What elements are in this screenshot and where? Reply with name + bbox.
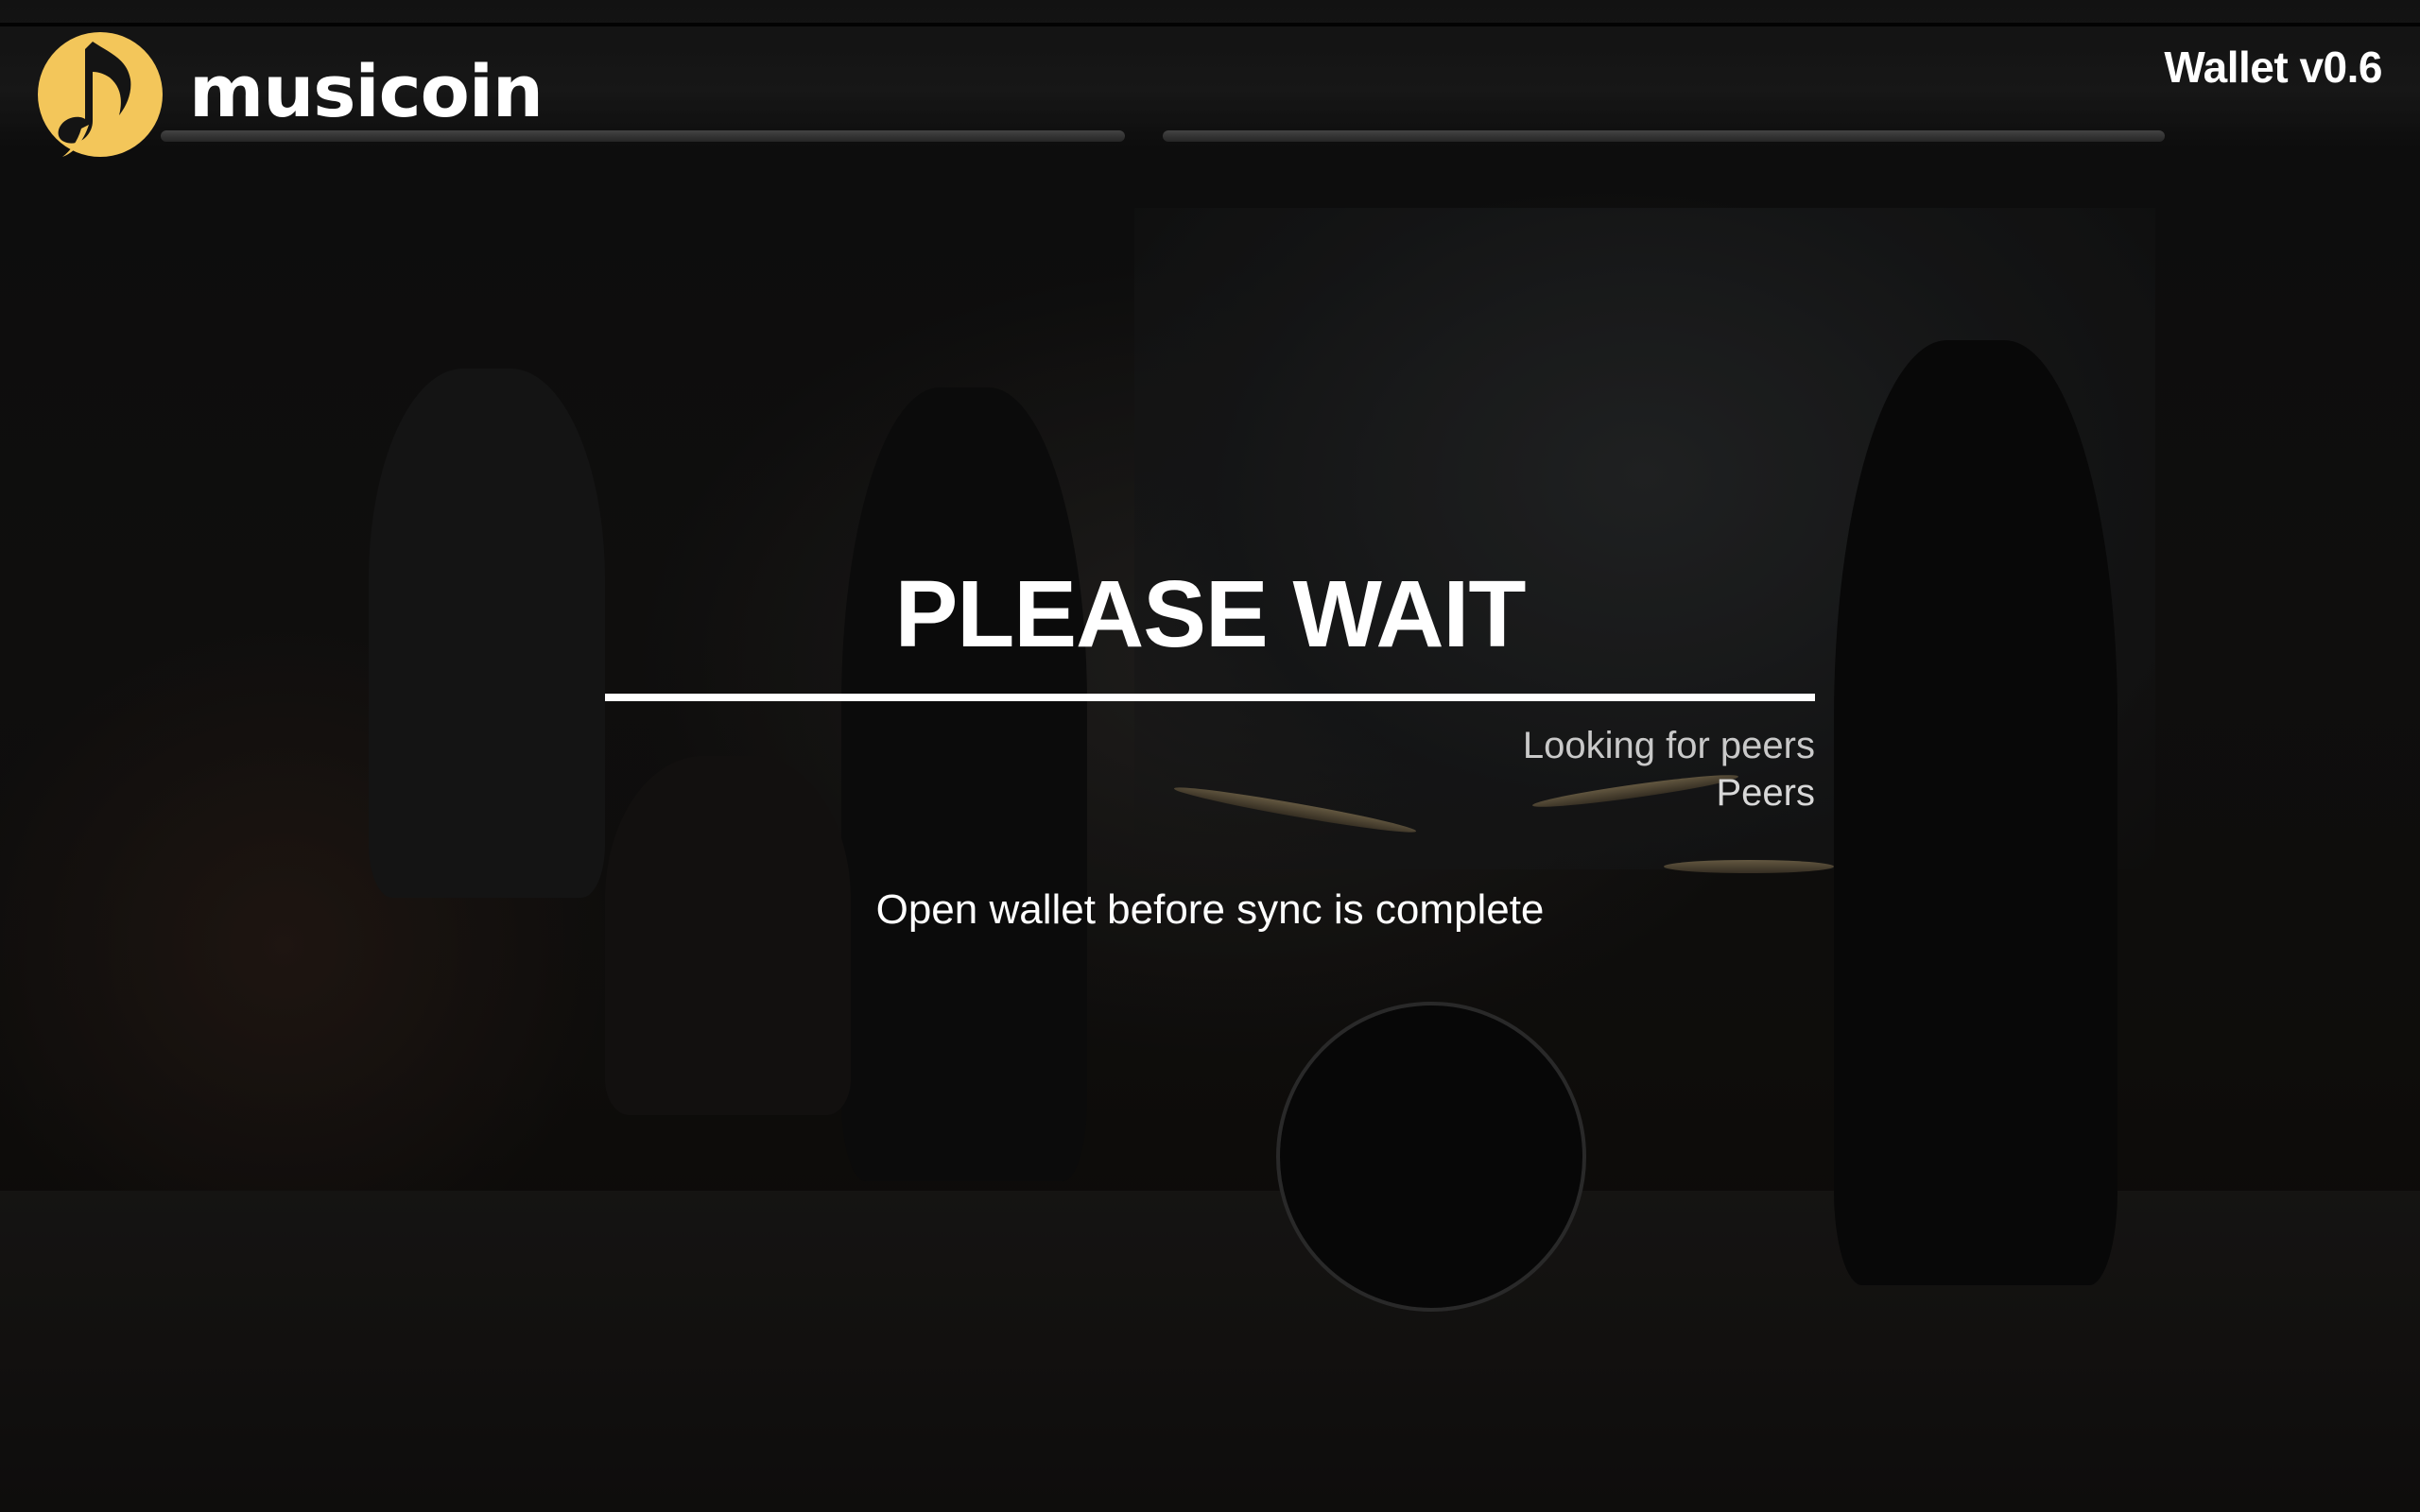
open-wallet-button[interactable]: Open wallet before sync is complete <box>871 883 1550 937</box>
peers-label: Peers <box>1716 772 1816 814</box>
loading-screen: musicoin Wallet v0.6 PLEASE WAIT Looking… <box>0 0 2420 1512</box>
brand-logo: musicoin <box>36 28 544 161</box>
wallet-version: Wallet v0.6 <box>2164 43 2382 92</box>
sync-progress-fill <box>605 694 1815 701</box>
sync-status-text: Looking for peers <box>1522 725 1815 766</box>
brand-name: musicoin <box>189 49 544 133</box>
sync-progress-bar <box>605 694 1815 701</box>
sync-panel: PLEASE WAIT Looking for peers Peers Open… <box>605 558 1815 937</box>
musicoin-note-logo-icon <box>38 32 163 157</box>
page-title: PLEASE WAIT <box>894 561 1527 667</box>
